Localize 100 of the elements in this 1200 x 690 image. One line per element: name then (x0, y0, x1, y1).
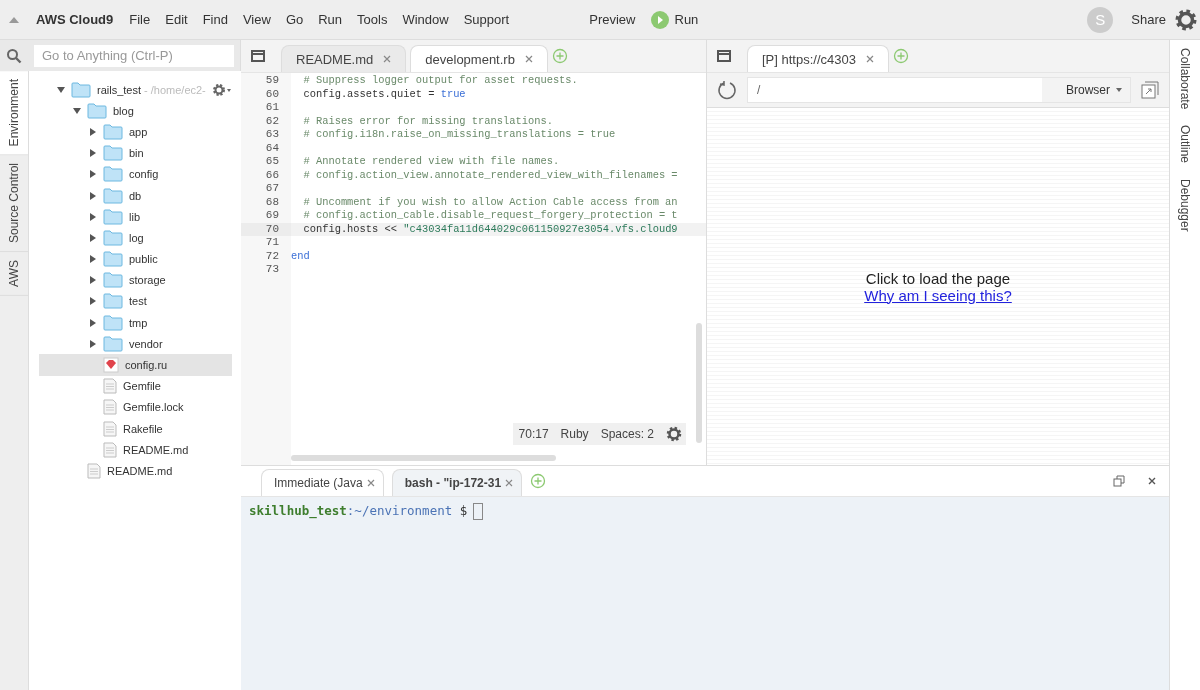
caret-icon[interactable] (89, 339, 97, 348)
tree-item-label[interactable]: storage (129, 274, 166, 287)
caret-icon[interactable] (89, 318, 97, 327)
tree-item-label[interactable]: README.md (107, 464, 173, 477)
tree-item-label[interactable]: rails_test (97, 83, 142, 96)
pop-out-icon[interactable] (1141, 81, 1159, 99)
side-tab[interactable]: Collaborate (1178, 48, 1192, 110)
menu-item[interactable]: Window (402, 12, 449, 27)
caret-icon[interactable] (89, 170, 97, 179)
caret-icon[interactable] (89, 149, 97, 158)
tree-item-label[interactable]: README.md (123, 443, 189, 456)
line-number: 71 (264, 236, 280, 250)
restore-icon[interactable] (1113, 475, 1125, 487)
side-tab[interactable]: Environment (0, 71, 28, 156)
caret-icon[interactable] (89, 255, 97, 264)
menu-item[interactable]: Go (285, 12, 304, 27)
gem-icon (103, 357, 119, 374)
app-logo: AWS Cloud9 (36, 12, 114, 27)
code-line: config.assets.quiet = true (302, 87, 466, 100)
caret-icon[interactable] (89, 276, 97, 285)
caret-icon[interactable] (89, 297, 97, 306)
language-mode[interactable]: Ruby (560, 427, 589, 441)
preview-tab[interactable]: [P] https://c4303 (747, 45, 889, 72)
search-icon[interactable] (6, 47, 22, 64)
tree-item-label[interactable]: config.ru (125, 359, 168, 372)
menu-item[interactable]: View (242, 12, 271, 27)
reload-icon[interactable] (717, 80, 737, 100)
line-number: 60 (264, 87, 280, 101)
settings-icon[interactable] (666, 426, 682, 442)
side-tab[interactable]: Source Control (0, 155, 28, 253)
line-number: 69 (264, 209, 280, 223)
close-icon[interactable] (366, 479, 375, 487)
preview-menu[interactable]: Preview (589, 12, 636, 27)
side-tab[interactable]: AWS (0, 252, 28, 297)
caret-icon[interactable] (1116, 88, 1122, 92)
menu-item[interactable]: Run (318, 12, 343, 27)
tree-item-label[interactable]: Rakefile (123, 422, 163, 435)
close-icon[interactable] (524, 55, 533, 63)
load-message: Click to load the page Why am I seeing this? (863, 269, 1013, 304)
caret-icon[interactable] (89, 191, 97, 200)
run-button[interactable]: Run (650, 10, 699, 29)
caret-icon[interactable] (57, 85, 65, 94)
close-icon[interactable] (505, 479, 514, 487)
folder-icon (103, 229, 123, 246)
panel-menu-icon[interactable] (717, 50, 731, 62)
line-number: 66 (264, 168, 280, 182)
caret-icon[interactable] (89, 233, 97, 242)
line-number: 63 (264, 128, 280, 142)
file-icon (103, 399, 117, 416)
scrollbar[interactable] (696, 323, 702, 443)
caret-icon[interactable] (73, 106, 81, 115)
code-line: # Uncomment if you wish to allow Action Cable access from an (302, 195, 678, 208)
tree-item-label[interactable]: Gemfile.lock (123, 401, 184, 414)
tree-item-label[interactable]: test (129, 295, 147, 308)
tree-item-label[interactable]: blog (113, 104, 134, 117)
folder-icon (87, 102, 107, 119)
tree-item-label[interactable]: config (129, 168, 159, 181)
caret-icon[interactable] (89, 127, 97, 136)
code-line: # config.action_view.annotate_rendered_view_with_filenames = (302, 168, 678, 181)
editor-tab[interactable]: development.rb (410, 45, 548, 72)
url-field[interactable]: / Browser (747, 77, 1131, 103)
code-line: # Suppress logger output for asset requests. (302, 74, 578, 86)
terminal-tab[interactable]: Immediate (Java (261, 469, 384, 496)
editor-tab[interactable]: README.md (281, 45, 407, 72)
close-icon[interactable] (865, 55, 874, 63)
tree-item-label[interactable]: vendor (129, 337, 163, 350)
tree-item-label[interactable]: bin (129, 147, 144, 160)
caret-icon[interactable] (89, 212, 97, 221)
indent-setting[interactable]: Spaces: 2 (600, 427, 654, 441)
tree-item-label[interactable]: lib (129, 210, 140, 223)
menu-item[interactable]: Support (463, 12, 510, 27)
file-icon (103, 378, 117, 395)
tree-item-label[interactable]: log (129, 231, 144, 244)
tree-item-label[interactable]: public (129, 253, 158, 266)
tree-item-selected[interactable]: config.ru (39, 354, 232, 376)
menu-item[interactable]: Tools (357, 12, 388, 27)
tree-item-label[interactable]: Gemfile (123, 380, 161, 393)
tree-item-label[interactable]: db (129, 189, 142, 202)
tree-item-label[interactable]: tmp (129, 316, 148, 329)
scrollbar[interactable] (291, 455, 556, 461)
close-icon[interactable] (1147, 476, 1157, 486)
menu-item[interactable]: Find (202, 12, 228, 27)
line-number: 59 (264, 74, 280, 88)
why-link[interactable]: Why am I seeing this? (864, 286, 1012, 304)
tree-item-label[interactable]: app (129, 125, 148, 138)
folder-icon (103, 293, 123, 310)
line-number: 73 (264, 263, 280, 277)
menu-item[interactable]: Edit (165, 12, 188, 27)
terminal-tab[interactable]: bash - "ip-172-31 (391, 469, 523, 496)
settings-icon[interactable] (211, 82, 232, 97)
code-line: # Raises error for missing translations. (302, 114, 553, 127)
menu-item[interactable]: File (129, 12, 151, 27)
share-button[interactable]: Share (1131, 12, 1166, 27)
side-tab[interactable]: Debugger (1178, 179, 1192, 233)
panel-menu-icon[interactable] (251, 50, 265, 62)
side-tab[interactable]: Outline (1178, 125, 1192, 164)
folder-icon (103, 272, 123, 289)
code-line: # config.action_cable.disable_request_forgery_protection = t (302, 209, 678, 221)
search-field[interactable]: Go to Anything (Ctrl-P) (34, 44, 234, 67)
settings-icon[interactable] (1174, 7, 1198, 32)
